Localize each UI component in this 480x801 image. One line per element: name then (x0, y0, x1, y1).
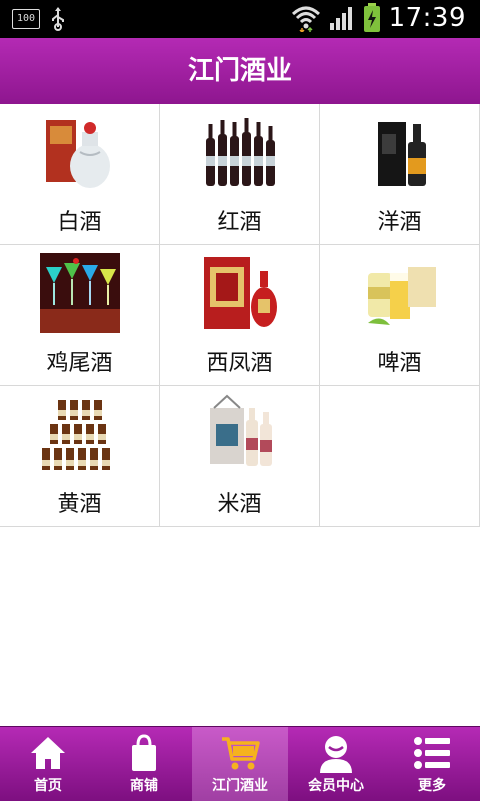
bottom-navigation: 首页 商铺 江门酒业 会员中心 更多 (0, 726, 480, 801)
category-label: 红酒 (217, 210, 262, 235)
user-icon (320, 736, 352, 773)
battery-charging-icon (363, 3, 380, 32)
category-huangjiu[interactable]: 黄酒 (0, 386, 160, 527)
category-grid: 白酒 红酒 洋酒 鸡尾酒 西凤酒 啤酒 黄酒 米酒 (0, 104, 480, 527)
battery-level-indicator: 100 (12, 9, 40, 29)
nav-jiangmen-wine[interactable]: 江门酒业 (192, 727, 288, 801)
category-rice-wine[interactable]: 米酒 (160, 386, 320, 527)
baijiu-product-image (45, 120, 110, 188)
xifeng-product-image (203, 257, 277, 329)
nav-shops[interactable]: 商铺 (96, 727, 192, 801)
category-label: 鸡尾酒 (46, 351, 113, 376)
nav-more[interactable]: 更多 (384, 727, 480, 801)
status-clock: 17:39 (388, 3, 466, 33)
wifi-icon (291, 6, 320, 32)
shopping-bag-icon (132, 734, 156, 771)
nav-member-center[interactable]: 会员中心 (288, 727, 384, 801)
nav-label: 江门酒业 (212, 778, 268, 794)
category-label: 黄酒 (57, 492, 102, 517)
nav-label: 商铺 (130, 778, 158, 794)
page-title: 江门酒业 (187, 56, 292, 86)
nav-label: 会员中心 (308, 778, 364, 794)
nav-label: 更多 (418, 778, 446, 794)
whisky-product-image (377, 122, 426, 186)
category-beer[interactable]: 啤酒 (320, 245, 480, 386)
category-label: 啤酒 (377, 351, 422, 376)
cocktail-product-image (39, 253, 120, 333)
category-cocktail[interactable]: 鸡尾酒 (0, 245, 160, 386)
red-wine-product-image (205, 118, 275, 186)
category-label: 米酒 (217, 492, 262, 517)
huangjiu-product-image (41, 400, 110, 470)
category-baijiu[interactable]: 白酒 (0, 104, 160, 245)
nav-label: 首页 (34, 778, 62, 794)
empty-cell (320, 386, 480, 527)
category-red-wine[interactable]: 红酒 (160, 104, 320, 245)
home-icon (31, 737, 65, 769)
signal-icon (329, 7, 352, 30)
usb-icon (52, 7, 64, 31)
rice-wine-product-image (209, 394, 272, 466)
category-label: 西凤酒 (206, 351, 273, 376)
status-bar: 100 17:39 (0, 0, 480, 38)
category-label: 洋酒 (377, 210, 422, 235)
category-xifeng[interactable]: 西凤酒 (160, 245, 320, 386)
category-whisky[interactable]: 洋酒 (320, 104, 480, 245)
nav-home[interactable]: 首页 (0, 727, 96, 801)
app-header: 江门酒业 (0, 38, 480, 105)
category-label: 白酒 (57, 210, 102, 235)
cart-icon (222, 737, 260, 770)
beer-product-image (367, 267, 436, 325)
list-icon (414, 737, 450, 769)
